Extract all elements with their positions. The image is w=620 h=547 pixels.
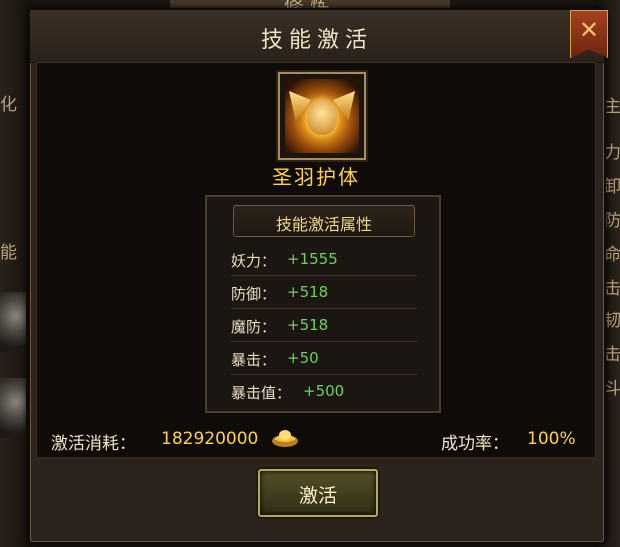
background-thumbnail	[0, 378, 26, 438]
background-left-char: 化	[0, 95, 17, 115]
success-rate-value: 100%	[527, 429, 576, 449]
attribute-title: 技能激活属性	[275, 215, 372, 234]
gold-ingot-icon	[272, 430, 298, 447]
attribute-row: 暴击： +50	[231, 342, 417, 375]
background-right-char: 主	[604, 97, 620, 117]
attribute-value: +518	[287, 316, 329, 334]
attribute-row: 魔防： +518	[231, 309, 417, 342]
activate-button[interactable]: 激活	[258, 469, 378, 517]
attribute-label: 妖力：	[231, 252, 277, 270]
attribute-panel: 技能激活属性 妖力： +1555 防御： +518 魔防： +518 暴击： +…	[205, 195, 441, 413]
attribute-label: 魔防：	[231, 318, 277, 336]
background-left-char: 能	[0, 243, 17, 263]
cost-label: 激活消耗：	[51, 434, 136, 454]
background-right-char: 斗	[604, 379, 620, 399]
attribute-row: 防御： +518	[231, 276, 417, 309]
attribute-value: +50	[287, 349, 319, 367]
activate-button-label: 激活	[298, 485, 337, 507]
attribute-value: +518	[287, 283, 329, 301]
close-x-icon: ✕	[578, 16, 600, 44]
background-right-char: 命	[604, 245, 620, 265]
background-right-char: 防	[604, 211, 620, 231]
cost-value: 182920000	[161, 429, 259, 449]
skill-icon-frame[interactable]	[278, 72, 366, 160]
dialog-content: 圣羽护体 技能激活属性 妖力： +1555 防御： +518 魔防： +518 …	[36, 62, 596, 458]
attribute-title-plate: 技能激活属性	[233, 205, 415, 237]
attribute-row: 暴击值： +500	[231, 375, 417, 407]
background-right-char: 力	[604, 143, 620, 163]
background-right-char: 卸	[604, 177, 620, 197]
helmet-face	[307, 99, 337, 135]
success-rate-label: 成功率：	[441, 434, 509, 454]
attribute-row: 妖力： +1555	[231, 243, 417, 276]
attribute-label: 防御：	[231, 285, 277, 303]
attribute-label: 暴击：	[231, 351, 277, 369]
dialog-title-bar: 技能激活	[30, 10, 604, 63]
dialog-title: 技能激活	[260, 28, 373, 53]
background-right-char: 韧	[604, 311, 620, 331]
background-thumbnail	[0, 292, 26, 352]
golden-winged-helmet-icon	[285, 79, 359, 153]
skill-name: 圣羽护体	[272, 165, 360, 189]
attribute-label: 暴击值：	[231, 384, 292, 402]
background-right-char: 击	[604, 279, 620, 299]
attribute-value: +1555	[287, 250, 338, 268]
skill-activation-dialog: 技能激活 ✕ 圣羽护体 技能激活属性 妖力： +1555 防御： +518 魔防…	[28, 8, 608, 544]
background-right-char: 击	[604, 345, 620, 365]
attribute-value: +500	[303, 382, 345, 400]
